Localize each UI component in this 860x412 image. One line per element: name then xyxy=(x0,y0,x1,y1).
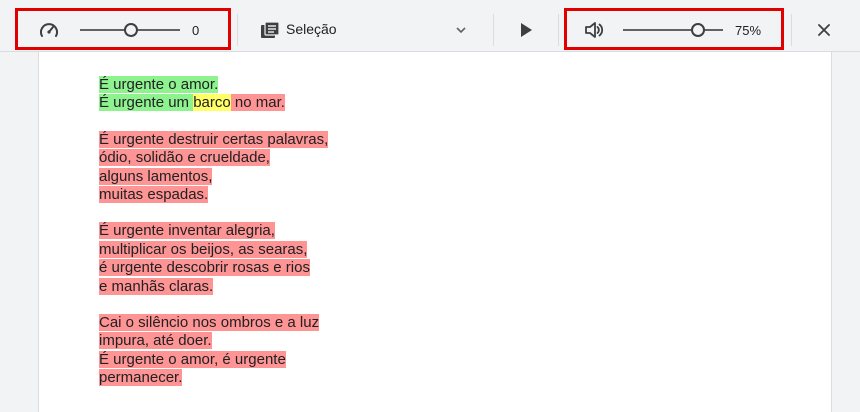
volume-slider-thumb[interactable] xyxy=(691,23,705,37)
volume-value: 75% xyxy=(735,23,762,38)
pending-text-highlight: Cai o silêncio nos ombros e a luz xyxy=(99,314,320,332)
reader-toolbar: 0 Seleção 75% xyxy=(0,0,860,52)
stanza: É urgente o amor. É urgente um barco no … xyxy=(99,76,328,113)
toolbar-divider xyxy=(237,14,238,46)
pending-text-highlight: alguns lamentos, xyxy=(99,167,213,185)
poem-line: ódio, solidão e crueldade, xyxy=(99,149,328,167)
pending-text-highlight: multiplicar os beijos, as searas, xyxy=(99,240,308,258)
volume-slider-track xyxy=(623,29,723,31)
speed-control-group: 0 xyxy=(15,8,231,50)
document-icon xyxy=(259,20,281,40)
poem-line: multiplicar os beijos, as searas, xyxy=(99,240,328,259)
pending-text-highlight: é urgente descobrir rosas e rios xyxy=(99,259,310,277)
poem-line: É urgente o amor. xyxy=(99,76,328,94)
poem-line: impura, até doer. xyxy=(99,332,328,350)
pending-text-highlight: e manhãs claras. xyxy=(99,277,214,295)
poem-line: É urgente destruir certas palavras, xyxy=(99,130,329,149)
poem-line: muitas espadas. xyxy=(99,186,328,204)
pending-text-highlight: ódio, solidão e crueldade, xyxy=(99,149,270,167)
close-button[interactable] xyxy=(813,19,835,41)
poem-line: e manhãs claras. xyxy=(99,277,328,296)
pending-text-highlight: no mar. xyxy=(230,94,285,112)
close-icon xyxy=(818,24,830,36)
speed-slider-thumb[interactable] xyxy=(124,23,138,37)
play-icon xyxy=(521,23,532,37)
pending-text-highlight: muitas espadas. xyxy=(99,186,209,204)
current-line-highlight: É urgente um xyxy=(99,94,194,112)
poem-text: É urgente o amor. É urgente um barco no … xyxy=(99,76,329,406)
volume-slider[interactable] xyxy=(623,21,725,39)
toolbar-divider xyxy=(558,14,559,46)
poem-line: Cai o silêncio nos ombros e a luz xyxy=(99,314,328,332)
current-line-highlight: É urgente o amor. xyxy=(99,76,219,93)
poem-line: alguns lamentos, xyxy=(99,167,328,186)
stanza: É urgente inventar alegria, multiplicar … xyxy=(99,222,328,296)
volume-control-group: 75% xyxy=(564,8,784,50)
speaker-icon[interactable] xyxy=(583,19,605,41)
pending-text-highlight: É urgente inventar alegria, xyxy=(99,222,275,240)
reading-mode-label: Seleção xyxy=(286,21,337,37)
play-button[interactable] xyxy=(514,19,538,41)
poem-line: É urgente um barco no mar. xyxy=(99,94,328,112)
stanza: É urgente destruir certas palavras, ódio… xyxy=(99,130,329,205)
poem-line: É urgente inventar alegria, xyxy=(99,222,328,240)
poem-line: É urgente o amor, é urgente xyxy=(99,350,328,369)
poem-line: permanecer. xyxy=(99,369,328,387)
chevron-down-icon xyxy=(454,24,468,36)
pending-text-highlight: permanecer. xyxy=(99,369,183,387)
reading-mode-select[interactable]: Seleção xyxy=(252,14,480,46)
pending-text-highlight: impura, até doer. xyxy=(99,332,212,350)
pending-text-highlight: É urgente o amor, é urgente xyxy=(99,350,286,368)
speed-slider[interactable] xyxy=(80,21,182,39)
document-page: É urgente o amor. É urgente um barco no … xyxy=(38,52,832,412)
stanza: Cai o silêncio nos ombros e a luz impura… xyxy=(99,314,328,388)
speed-value: 0 xyxy=(192,23,200,38)
speedometer-icon[interactable] xyxy=(38,19,60,41)
poem-line: é urgente descobrir rosas e rios xyxy=(99,259,328,277)
current-word-highlight: barco xyxy=(193,94,231,112)
pending-text-highlight: É urgente destruir certas palavras, xyxy=(99,130,329,148)
toolbar-divider xyxy=(791,14,792,46)
toolbar-divider xyxy=(493,14,494,46)
